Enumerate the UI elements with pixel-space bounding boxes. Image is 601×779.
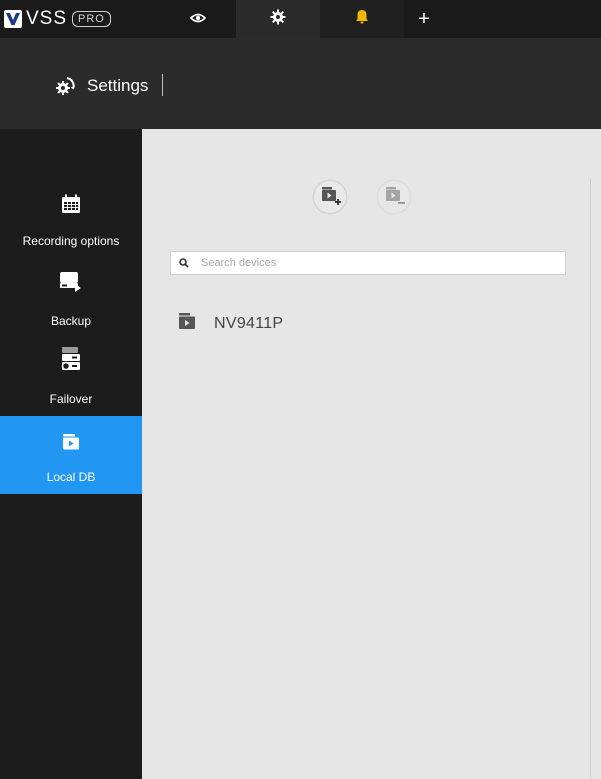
tab-liveview[interactable] [160,0,236,38]
folder-video-icon [178,312,196,335]
device-item-nv9411p[interactable]: NV9411P [178,312,283,335]
vss-pro-logo: VSS PRO [4,7,111,31]
add-tab-button[interactable]: + [404,0,444,38]
settings-header: Settings [0,38,601,129]
sidebar-item-backup[interactable]: Backup [0,260,142,338]
top-bar: VSS PRO + [0,0,601,38]
search-icon [179,258,189,268]
sidebar-item-failover[interactable]: Failover [0,338,142,416]
sidebar-item-local-db[interactable]: Local DB [0,416,142,494]
plus-icon: + [418,7,430,30]
calendar-icon [61,194,81,219]
settings-gear-icon [54,75,76,97]
remove-local-db-button[interactable] [378,181,410,213]
local-db-icon [62,433,80,456]
logo-pro-badge: PRO [72,11,111,27]
tab-notifications[interactable] [320,0,404,38]
panel-divider [590,179,591,779]
sidebar-item-label: Recording options [22,234,120,248]
header-divider [162,74,163,96]
backup-icon [59,270,83,297]
failover-icon [60,346,82,377]
gear-icon [270,9,286,30]
logo-text: VSS [26,8,68,29]
main-panel: NV9411P [142,129,601,779]
search-input[interactable] [201,257,561,269]
sidebar: Recording options Backup Failover Local … [0,129,142,779]
folder-remove-icon [383,184,405,211]
device-name: NV9411P [214,314,284,332]
eye-icon [189,10,207,28]
sidebar-item-label: Backup [50,314,92,328]
sidebar-item-recording-options[interactable]: Recording options [0,182,142,260]
app-window: VSS PRO + Settings Recording options Bac… [0,0,601,779]
folder-add-icon [319,184,341,211]
sidebar-item-label: Failover [49,392,93,406]
page-title: Settings [87,76,149,95]
bell-icon [355,9,369,29]
sidebar-item-label: Local DB [46,470,96,484]
search-box [170,251,566,275]
add-local-db-button[interactable] [314,181,346,213]
vivotek-logo-icon [4,10,22,28]
tab-settings[interactable] [236,0,320,38]
